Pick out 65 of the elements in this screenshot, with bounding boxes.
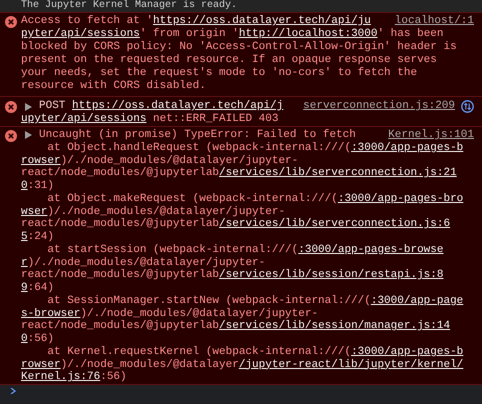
message-text: react/node_modules/@jupyterlab — [21, 167, 220, 180]
network-request-icon[interactable] — [461, 100, 474, 113]
message-text: :31) — [28, 180, 54, 193]
link[interactable]: /services/lib/serverconnection.js:6 — [219, 218, 450, 231]
link[interactable]: wser — [21, 206, 48, 218]
error-icon — [4, 101, 16, 113]
source-link[interactable]: serverconnection.js:209 — [303, 100, 455, 113]
console-message: The Jupyter Kernel Manager is ready. — [21, 0, 238, 12]
message-text: at SessionManager.startNew (webpack-internal:///( — [46, 294, 371, 308]
link[interactable]: :3000/app-page — [370, 294, 464, 308]
link[interactable]: /services/lib/serverconnection.js:21 — [219, 167, 457, 180]
error-icon — [4, 130, 16, 142]
source-link[interactable]: Kernel.js:101 — [388, 129, 474, 142]
message-text: react/node_modules/@jupyterlab — [21, 269, 220, 282]
link[interactable]: :3000/app-pages-browse — [298, 244, 444, 256]
link[interactable]: Kernel.js:76 — [21, 371, 100, 384]
message-text: )/./node_modules/@datalayer — [60, 358, 239, 371]
message-text: Access to fetch at ' — [21, 15, 154, 28]
link[interactable]: 9 — [21, 282, 28, 295]
message-text: net::ERR_FAILED 403 — [152, 113, 278, 126]
link[interactable]: /services/lib/session/manager.js:14 — [219, 320, 450, 333]
message-text: )/./node_modules/@datalayer/jupyter- — [80, 308, 318, 320]
message-text: )/./node_modules/@datalayer/jupyter- — [47, 206, 286, 218]
message-text: POST — [39, 100, 66, 113]
link[interactable]: pyter/api/sessions — [21, 28, 140, 41]
message-text: at Kernel.requestKernel (webpack-internal:///( — [46, 346, 352, 358]
message-text: )/./node_modules/@datalayer/jupyter- — [28, 256, 266, 269]
error-icon — [4, 16, 16, 28]
message-text: at Object.handleRequest (webpack-internal:///( — [46, 142, 352, 154]
message-text: ' from origin ' — [140, 28, 239, 41]
link[interactable]: rowser — [21, 358, 61, 372]
message-text: )/./node_modules/@datalayer/jupyter- — [60, 154, 298, 167]
link[interactable]: https://oss.datalayer.tech/api/ju — [153, 15, 371, 28]
expand-triangle-icon[interactable] — [25, 102, 32, 110]
message-text: blocked by CORS policy: No 'Access-Control-Allow-Origin' header is — [21, 41, 457, 54]
message-text: :56) — [28, 333, 54, 346]
link[interactable]: s-browser — [21, 308, 80, 320]
link[interactable]: /services/lib/session/restapi.js:8 — [219, 269, 444, 282]
message-text: :24) — [28, 231, 54, 244]
link[interactable]: r — [21, 256, 28, 270]
link[interactable]: 5 — [21, 231, 28, 244]
message-text: react/node_modules/@jupyterlab — [21, 218, 220, 231]
link[interactable]: https://oss.datalayer.tech/api/j — [72, 100, 284, 113]
link[interactable]: http://localhost:3000 — [238, 28, 378, 41]
message-text: Uncaught (in promise) TypeError: Failed to fetch — [39, 129, 356, 142]
link[interactable]: 0 — [21, 333, 28, 346]
prompt-chevron-icon — [10, 388, 16, 394]
message-text: resource with CORS disabled. — [21, 80, 206, 93]
message-text: present on the requested resource. If an opaque response serves — [21, 54, 437, 67]
message-text: your needs, set the request's mode to 'no-cors' to fetch the — [21, 67, 418, 80]
link[interactable]: /jupyter-react/lib/jupyter/kernel/ — [238, 358, 464, 372]
message-text: at Object.makeRequest (webpack-internal:///( — [46, 192, 338, 206]
message-text: :64) — [28, 282, 54, 295]
link[interactable]: upyter/api/sessions — [21, 113, 146, 126]
link[interactable]: :3000/app-pages-b — [351, 346, 464, 358]
message-text: :56) — [100, 371, 127, 384]
link[interactable]: rowser — [21, 154, 61, 168]
link[interactable]: :3000/app-pages-b — [351, 142, 464, 154]
message-text: at startSession (webpack-internal:///( — [46, 244, 298, 256]
expand-triangle-icon[interactable] — [25, 131, 32, 140]
link[interactable]: :3000/app-pages-bro — [338, 192, 464, 206]
link[interactable]: 0 — [21, 180, 28, 193]
source-link[interactable]: localhost/:1 — [394, 15, 474, 28]
message-text: react/node_modules/@jupyterlab — [21, 320, 220, 333]
message-text: ' has been — [377, 28, 444, 41]
